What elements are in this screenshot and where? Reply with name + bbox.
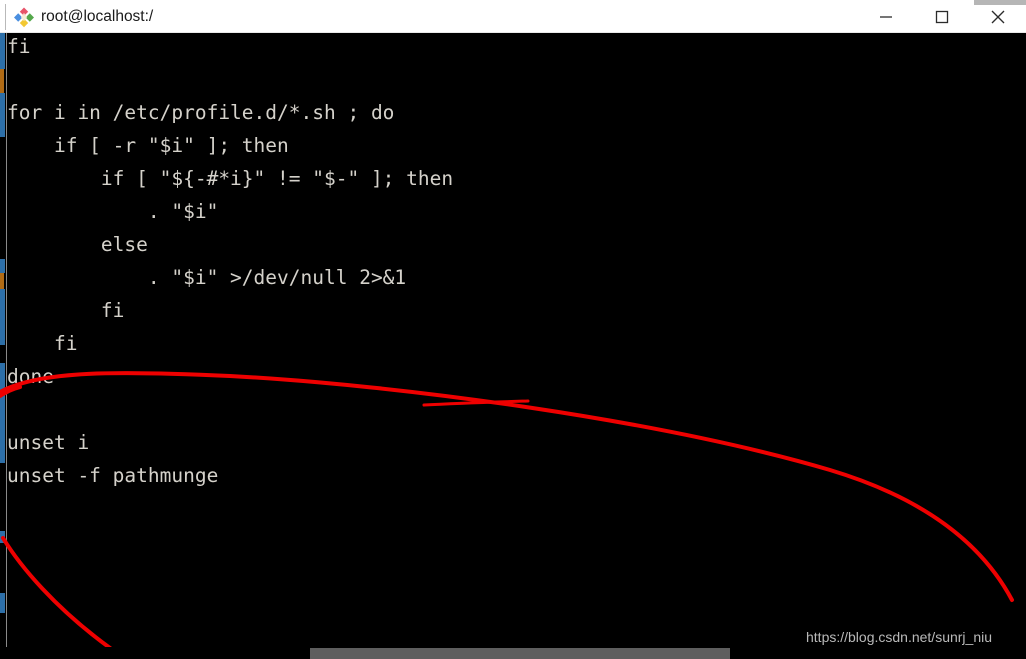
terminal-line: if [ "${-#*i}" != "$-" ]; then — [7, 167, 454, 190]
horizontal-scrollbar-thumb[interactable] — [310, 648, 730, 659]
terminal-screen[interactable]: fi for i in /etc/profile.d/*.sh ; do if [… — [0, 33, 1026, 659]
maximize-button[interactable] — [914, 0, 970, 33]
terminal-text-buffer: fi for i in /etc/profile.d/*.sh ; do if [… — [0, 33, 1026, 659]
terminal-line: unset i — [7, 431, 90, 454]
minimize-button[interactable] — [858, 0, 914, 33]
terminal-line: done — [7, 365, 54, 388]
xshell-diamond-icon — [13, 6, 35, 28]
window-title: root@localhost:/ — [41, 8, 154, 25]
terminal-line: fi — [7, 35, 31, 58]
horizontal-scrollbar[interactable] — [0, 647, 1026, 659]
title-bar-left-edge — [5, 4, 6, 30]
terminal-line: . "$i" >/dev/null 2>&1 — [7, 266, 407, 289]
terminal-line: if [ -r "$i" ]; then — [7, 134, 289, 157]
title-bar: root@localhost:/ — [0, 0, 1026, 33]
csdn-watermark: https://blog.csdn.net/sunrj_niu — [806, 629, 993, 645]
terminal-window: root@localhost:/ fi for i in /etc/profil… — [0, 0, 1026, 659]
title-bar-corner-strip — [974, 0, 1026, 5]
terminal-line: else — [7, 233, 148, 256]
terminal-line: fi — [7, 332, 78, 355]
terminal-line: unset -f pathmunge — [7, 464, 219, 487]
terminal-line: . "$i" — [7, 200, 219, 223]
terminal-line: fi — [7, 299, 125, 322]
terminal-line: for i in /etc/profile.d/*.sh ; do — [7, 101, 395, 124]
